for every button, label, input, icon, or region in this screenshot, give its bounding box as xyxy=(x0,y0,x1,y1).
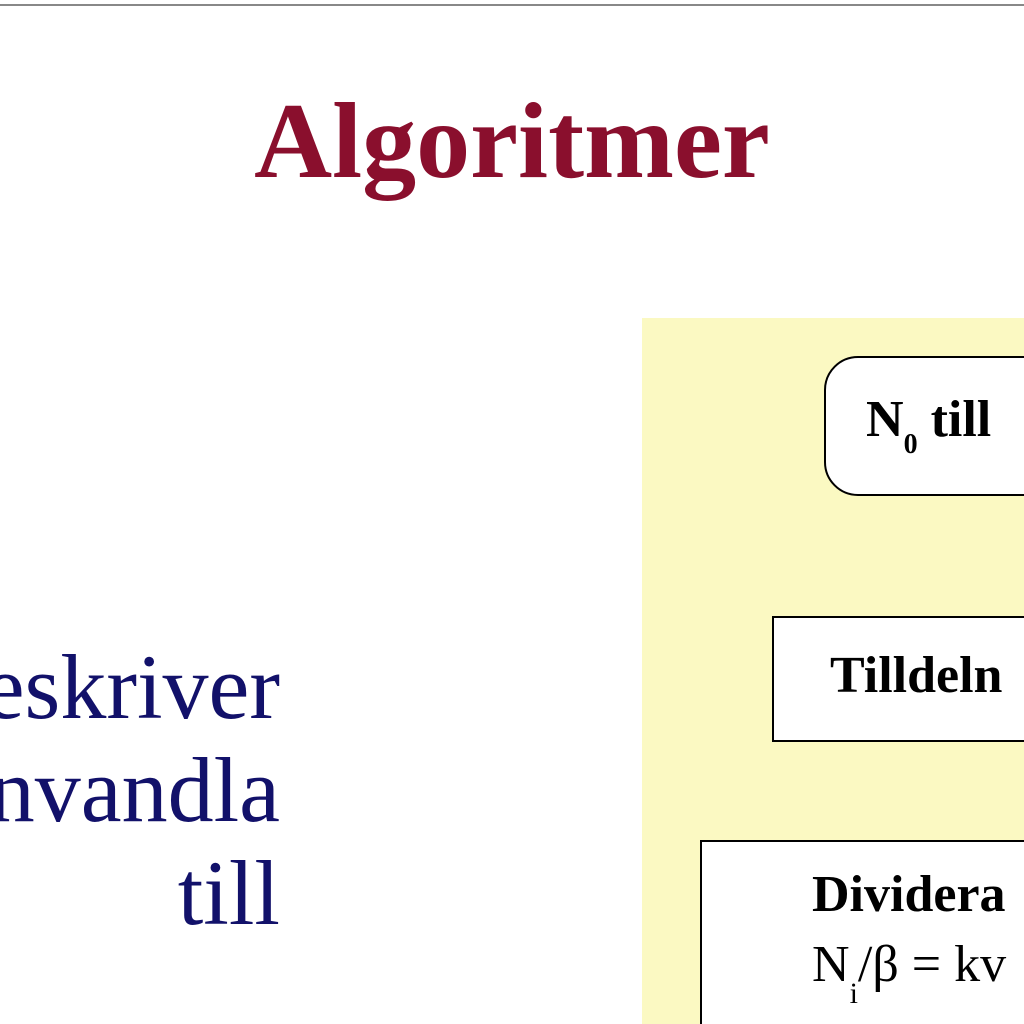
top-divider xyxy=(0,4,1024,6)
body-line-2: nvandla xyxy=(0,739,280,841)
box2-text: Tilldeln xyxy=(830,647,1002,704)
body-text: eskriver nvandla till xyxy=(0,636,280,945)
body-line-1: eskriver xyxy=(0,636,280,738)
box3-post: /β = kv xyxy=(858,936,1006,993)
flow-box-start: N0 till xyxy=(824,356,1024,496)
box3-line1: Dividera xyxy=(812,860,1024,930)
body-line-3: till xyxy=(178,842,280,944)
box3-N: N xyxy=(812,936,850,993)
flow-box-assign: Tilldeln xyxy=(772,616,1024,742)
flow-box-divide: Dividera Ni/β = kv xyxy=(700,840,1024,1024)
box1-N: N xyxy=(866,391,904,448)
box3-line2: Ni/β = kv xyxy=(812,930,1024,1004)
box1-rest: till xyxy=(918,391,992,448)
box1-sub: 0 xyxy=(904,429,918,460)
page-title: Algoritmer xyxy=(0,80,1024,204)
box3-sub: i xyxy=(850,977,858,1010)
